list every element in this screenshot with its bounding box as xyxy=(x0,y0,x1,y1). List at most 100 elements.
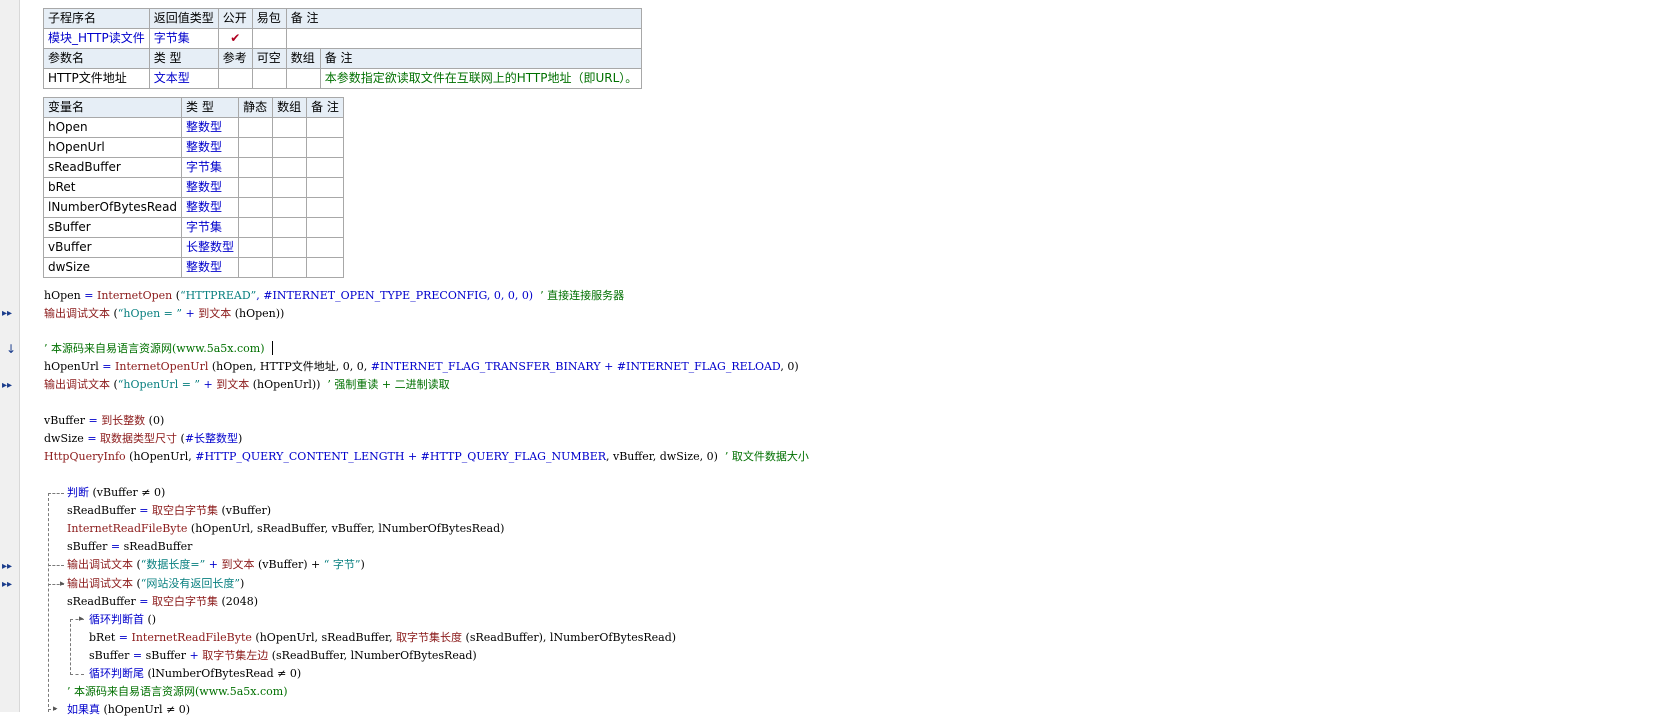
variable-static-cell[interactable] xyxy=(238,157,274,178)
easy-package-cell[interactable] xyxy=(251,28,287,49)
debug-output-marker-icon[interactable]: ▸▸ xyxy=(2,380,12,392)
variable-row[interactable]: bRet 整数型 xyxy=(42,177,344,198)
variable-array-cell[interactable] xyxy=(272,117,308,138)
variable-static-cell[interactable] xyxy=(238,177,274,198)
param-name[interactable]: HTTP文件地址 xyxy=(43,68,150,89)
subroutine-row[interactable]: 模块_HTTP读文件 字节集 ✔ xyxy=(43,28,643,49)
variable-note-cell[interactable] xyxy=(306,117,344,138)
subroutine-return-type[interactable]: 字节集 xyxy=(148,28,219,49)
code-line-18[interactable]: sBuffer = sBuffer + 取字节集左边 (sReadBuffer,… xyxy=(89,648,477,663)
code-line-6[interactable]: vBuffer = 到长整数 (0) xyxy=(44,413,164,428)
debug-output-marker-icon[interactable]: ▸▸ xyxy=(2,561,12,573)
code-line-13[interactable]: 输出调试文本 (“数据长度=” + 到文本 (vBuffer) + “ 字节”) xyxy=(67,557,365,572)
code-line-12[interactable]: sBuffer = sReadBuffer xyxy=(67,539,192,554)
variable-note-cell[interactable] xyxy=(306,157,344,178)
variable-type[interactable]: 整数型 xyxy=(181,117,240,138)
variable-name[interactable]: bRet xyxy=(42,177,183,198)
public-check-icon[interactable]: ✔ xyxy=(217,28,253,49)
variable-note-cell[interactable] xyxy=(306,217,344,238)
breakpoint-arrow-icon[interactable]: ↓ xyxy=(6,343,16,355)
variable-type[interactable]: 长整数型 xyxy=(181,237,240,258)
variable-row[interactable]: lNumberOfBytesRead 整数型 xyxy=(42,197,344,218)
variable-name[interactable]: lNumberOfBytesRead xyxy=(42,197,183,218)
variable-name[interactable]: sBuffer xyxy=(42,217,183,238)
param-type[interactable]: 文本型 xyxy=(148,68,219,89)
variable-note-cell[interactable] xyxy=(306,177,344,198)
code-line-4[interactable]: hOpenUrl = InternetOpenUrl (hOpen, HTTP文… xyxy=(44,359,799,374)
code-token: 输出调试文本 xyxy=(44,307,110,320)
variable-name[interactable]: sReadBuffer xyxy=(42,157,183,178)
variable-static-cell[interactable] xyxy=(238,117,274,138)
debug-output-marker-icon[interactable]: ▸▸ xyxy=(2,308,12,320)
variable-array-cell[interactable] xyxy=(272,177,308,198)
code-line-14[interactable]: 输出调试文本 (“网站没有返回长度”) xyxy=(67,576,244,591)
debug-output-marker-icon[interactable]: ▸▸ xyxy=(2,579,12,591)
variable-name[interactable]: hOpenUrl xyxy=(42,137,183,158)
variable-array-cell[interactable] xyxy=(272,197,308,218)
variable-name[interactable]: hOpen xyxy=(42,117,183,138)
code-line-21[interactable]: 如果真 (hOpenUrl ≠ 0) xyxy=(67,702,190,717)
variable-type[interactable]: 整数型 xyxy=(181,257,240,278)
variable-array-cell[interactable] xyxy=(272,157,308,178)
variable-type[interactable]: 字节集 xyxy=(181,217,240,238)
code-line-20[interactable]: ’ 本源码来自易语言资源网(www.5a5x.com) xyxy=(67,684,287,699)
param-row[interactable]: HTTP文件地址 文本型 本参数指定欲读取文件在互联网上的HTTP地址（即URL… xyxy=(43,68,643,89)
variable-type[interactable]: 整数型 xyxy=(181,177,240,198)
code-token: 到文本 xyxy=(216,378,250,391)
variable-name[interactable]: dwSize xyxy=(42,257,183,278)
variable-static-cell[interactable] xyxy=(238,217,274,238)
code-line-11[interactable]: InternetReadFileByte (hOpenUrl, sReadBuf… xyxy=(67,521,504,536)
code-line-16[interactable]: 循环判断首 () xyxy=(89,612,156,627)
code-line-17[interactable]: bRet = InternetReadFileByte (hOpenUrl, s… xyxy=(89,630,676,645)
variable-static-cell[interactable] xyxy=(238,197,274,218)
subroutine-note[interactable] xyxy=(285,28,643,49)
flow-arrow-icon: ▸ xyxy=(53,704,58,714)
code-token: + xyxy=(404,450,421,463)
code-line-15[interactable]: sReadBuffer = 取空白字节集 (2048) xyxy=(67,594,258,609)
variable-static-cell[interactable] xyxy=(238,237,274,258)
subroutine-name[interactable]: 模块_HTTP读文件 xyxy=(43,28,150,49)
variable-note-cell[interactable] xyxy=(306,257,344,278)
code-token: = xyxy=(139,504,153,517)
code-line-10[interactable]: sReadBuffer = 取空白字节集 (vBuffer) xyxy=(67,503,271,518)
variable-row[interactable]: sBuffer 字节集 xyxy=(42,217,344,238)
code-line-3[interactable]: ’ 本源码来自易语言资源网(www.5a5x.com) xyxy=(44,341,264,356)
variable-row[interactable]: dwSize 整数型 xyxy=(42,257,344,278)
code-line-8[interactable]: HttpQueryInfo (hOpenUrl, #HTTP_QUERY_CON… xyxy=(44,449,809,464)
variable-array-cell[interactable] xyxy=(272,237,308,258)
code-line-1[interactable]: hOpen = InternetOpen (“HTTPREAD”, #INTER… xyxy=(44,288,624,303)
variable-type[interactable]: 字节集 xyxy=(181,157,240,178)
code-line-7[interactable]: dwSize = 取数据类型尺寸 (#长整数型) xyxy=(44,431,242,446)
variable-row[interactable]: hOpen 整数型 xyxy=(42,117,344,138)
flow-line-loop xyxy=(70,619,71,675)
param-ref-cell[interactable] xyxy=(217,68,253,89)
variable-row[interactable]: vBuffer 长整数型 xyxy=(42,237,344,258)
variable-array-cell[interactable] xyxy=(272,257,308,278)
editor-gutter[interactable] xyxy=(0,0,20,712)
variable-type[interactable]: 整数型 xyxy=(181,137,240,158)
code-token: (hOpenUrl ≠ 0) xyxy=(100,703,191,716)
var-header-note: 备 注 xyxy=(306,97,344,118)
variable-row[interactable]: sReadBuffer 字节集 xyxy=(42,157,344,178)
variable-note-cell[interactable] xyxy=(306,237,344,258)
variable-row[interactable]: hOpenUrl 整数型 xyxy=(42,137,344,158)
variable-note-cell[interactable] xyxy=(306,137,344,158)
variable-array-cell[interactable] xyxy=(272,137,308,158)
param-header-type: 类 型 xyxy=(148,48,219,69)
variable-name[interactable]: vBuffer xyxy=(42,237,183,258)
variable-static-cell[interactable] xyxy=(238,137,274,158)
variable-note-cell[interactable] xyxy=(306,197,344,218)
variable-static-cell[interactable] xyxy=(238,257,274,278)
code-token: ( xyxy=(172,289,181,302)
variable-array-cell[interactable] xyxy=(272,217,308,238)
code-line-5[interactable]: 输出调试文本 (“hOpenUrl = ” + 到文本 (hOpenUrl)) … xyxy=(44,377,450,392)
param-note[interactable]: 本参数指定欲读取文件在互联网上的HTTP地址（即URL）。 xyxy=(319,68,643,89)
param-array-cell[interactable] xyxy=(285,68,321,89)
code-line-2[interactable]: 输出调试文本 (“hOpen = ” + 到文本 (hOpen)) xyxy=(44,306,284,321)
code-line-9[interactable]: 判断 (vBuffer ≠ 0) xyxy=(67,485,165,500)
text-cursor xyxy=(272,341,273,355)
param-nullable-cell[interactable] xyxy=(251,68,287,89)
variable-type[interactable]: 整数型 xyxy=(181,197,240,218)
code-line-19[interactable]: 循环判断尾 (lNumberOfBytesRead ≠ 0) xyxy=(89,666,301,681)
code-token: (0) xyxy=(145,414,165,427)
